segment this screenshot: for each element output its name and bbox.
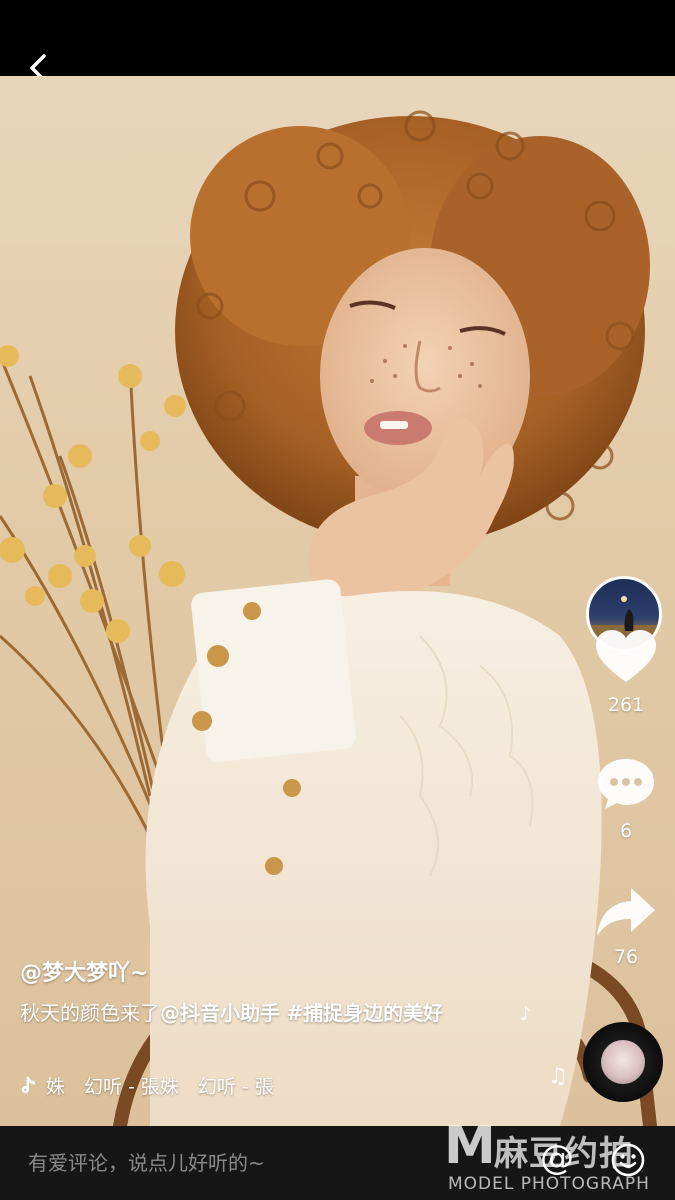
- flower-buds: [0, 345, 186, 643]
- at-icon[interactable]: @: [540, 1138, 574, 1178]
- music-note-icon: ♫: [548, 1064, 568, 1089]
- share-count: 76: [613, 946, 639, 968]
- hashtag-link[interactable]: #捕捉身边的美好: [286, 1001, 443, 1025]
- author-name[interactable]: @梦大梦吖~: [20, 955, 148, 987]
- mention-link[interactable]: @抖音小助手: [160, 1001, 280, 1025]
- top-bar: [0, 0, 675, 82]
- tiktok-note-icon: [21, 1076, 35, 1093]
- comment-bubble-icon[interactable]: [595, 756, 657, 812]
- like-action[interactable]: 261: [590, 628, 662, 716]
- heart-icon[interactable]: [594, 628, 658, 686]
- comment-count: 6: [619, 820, 633, 842]
- comment-input[interactable]: [28, 1148, 508, 1178]
- share-action[interactable]: 76: [590, 884, 662, 968]
- music-title: 姝 幻听 - 張姝 幻听 - 張: [46, 1076, 274, 1098]
- watermark-logo: M: [444, 1116, 496, 1176]
- music-info[interactable]: 姝 幻听 - 張姝 幻听 - 張: [20, 1072, 386, 1099]
- disc-cover-image: [601, 1040, 645, 1084]
- smiley-icon[interactable]: [610, 1142, 646, 1178]
- share-arrow-icon[interactable]: [595, 884, 657, 938]
- caption-text: 秋天的颜色来了: [20, 1001, 160, 1025]
- video-description: 秋天的颜色来了@抖音小助手 #捕捉身边的美好: [20, 998, 520, 1028]
- like-count: 261: [607, 694, 645, 716]
- music-note-icon-small: ♪: [520, 1004, 532, 1025]
- music-disc[interactable]: [583, 1022, 663, 1102]
- comment-action[interactable]: 6: [590, 756, 662, 842]
